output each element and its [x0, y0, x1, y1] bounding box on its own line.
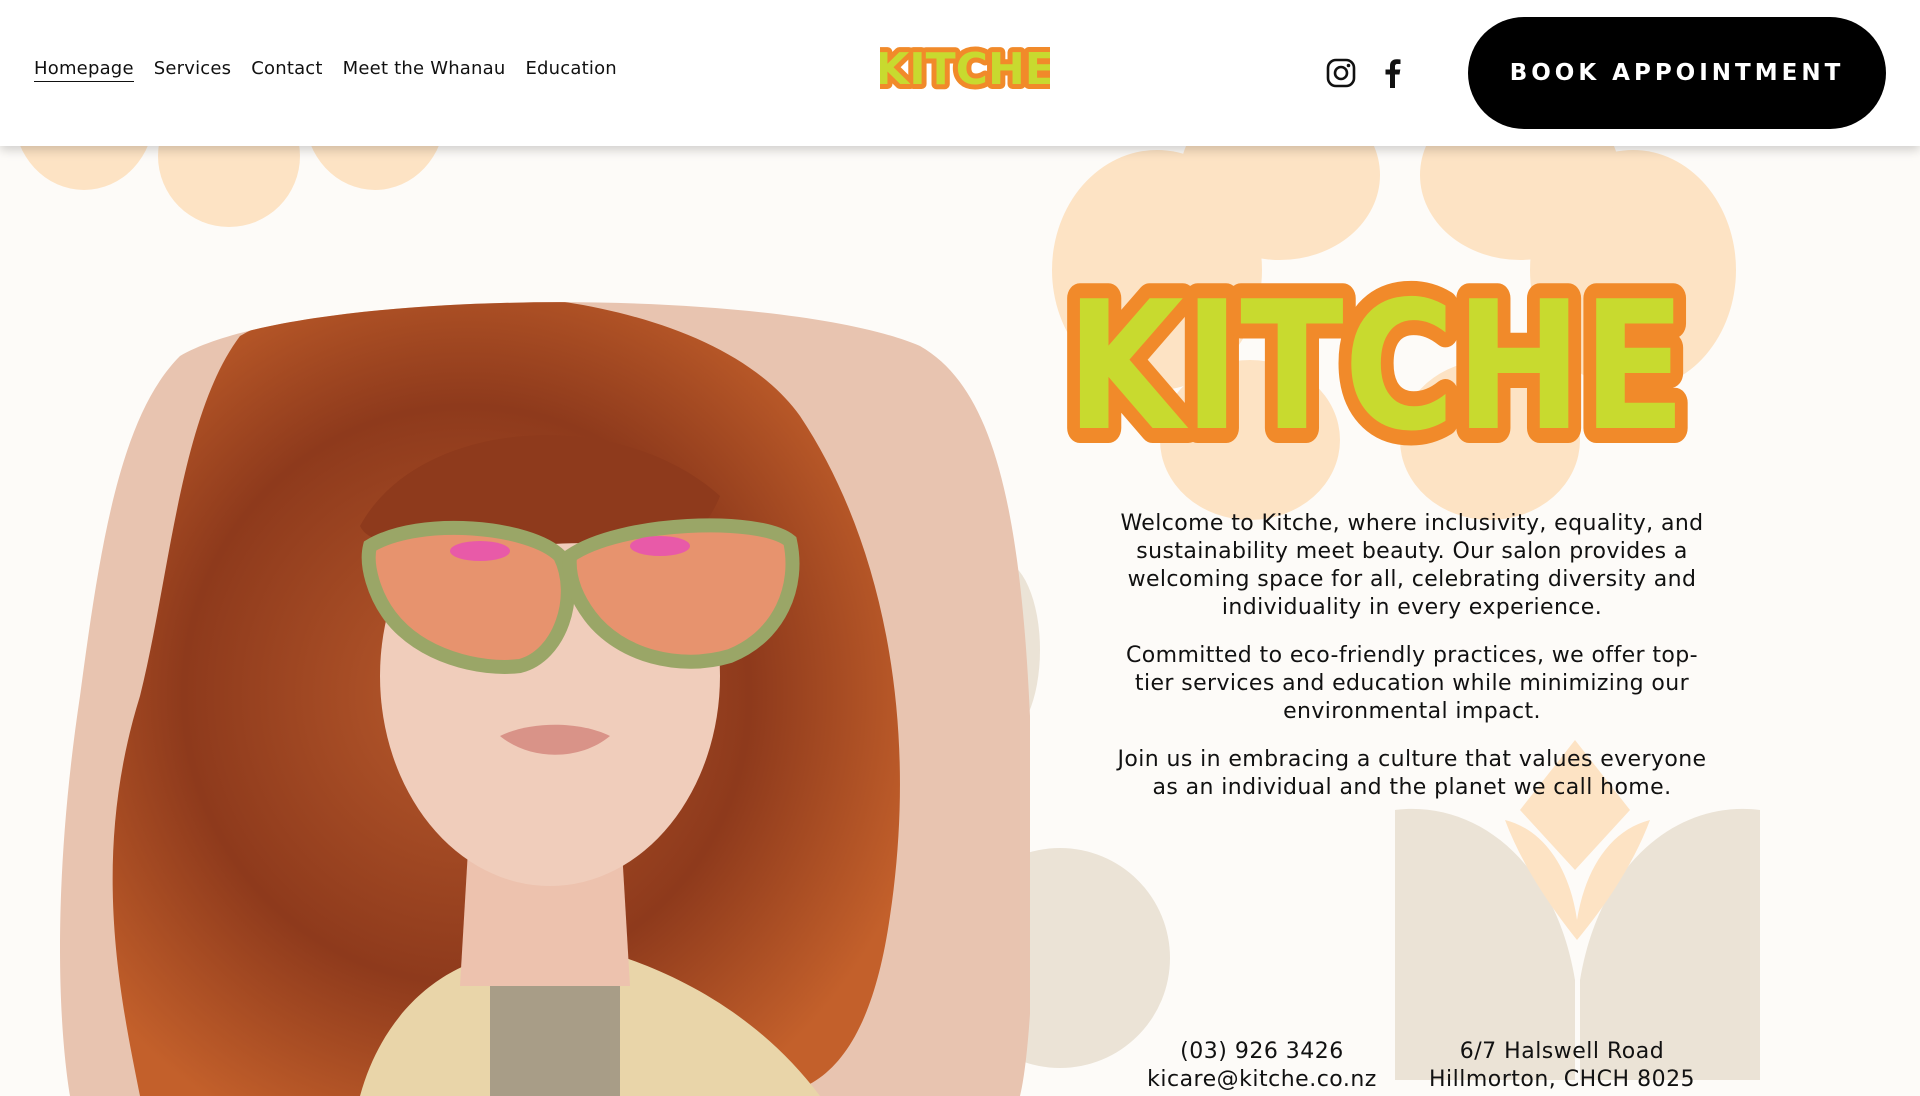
main-nav: Homepage Services Contact Meet the Whana…	[34, 58, 617, 82]
contact-address: 6/7 Halswell Road Hillmorton, CHCH 8025	[1412, 1038, 1712, 1094]
book-appointment-button[interactable]: BOOK APPOINTMENT	[1468, 17, 1886, 129]
address-line: 6/7 Halswell Road	[1459, 1039, 1665, 1064]
site-logo-text: KITCHE	[880, 44, 1050, 95]
intro-paragraph: Join us in embracing a culture that valu…	[1117, 747, 1707, 800]
hero-photo	[60, 302, 1030, 1096]
site-logo[interactable]: KITCHE	[880, 38, 1050, 102]
instagram-icon[interactable]	[1322, 54, 1360, 92]
site-header: Homepage Services Contact Meet the Whana…	[0, 0, 1920, 146]
address-line: Hillmorton, CHCH 8025	[1428, 1067, 1696, 1092]
hero-logo: KITCHE	[1051, 248, 1701, 485]
nav-link-contact[interactable]: Contact	[251, 58, 322, 82]
nav-link-meet-the-whanau[interactable]: Meet the Whanau	[343, 58, 506, 82]
nav-link-services[interactable]: Services	[154, 58, 232, 82]
intro-text: Welcome to Kitche, where inclusivity, eq…	[1112, 510, 1712, 822]
facebook-icon[interactable]	[1374, 54, 1412, 92]
hero-logo-text: KITCHE	[1066, 263, 1686, 470]
intro-paragraph: Committed to eco-friendly practices, we …	[1126, 643, 1698, 724]
intro-paragraph: Welcome to Kitche, where inclusivity, eq…	[1120, 511, 1704, 620]
contact-phone-email: (03) 926 3426 kicare@kitche.co.nz	[1112, 1038, 1412, 1094]
email-link[interactable]: kicare@kitche.co.nz	[1112, 1066, 1412, 1094]
nav-link-homepage[interactable]: Homepage	[34, 58, 134, 82]
phone-link[interactable]: (03) 926 3426	[1112, 1038, 1412, 1066]
nav-link-education[interactable]: Education	[525, 58, 616, 82]
